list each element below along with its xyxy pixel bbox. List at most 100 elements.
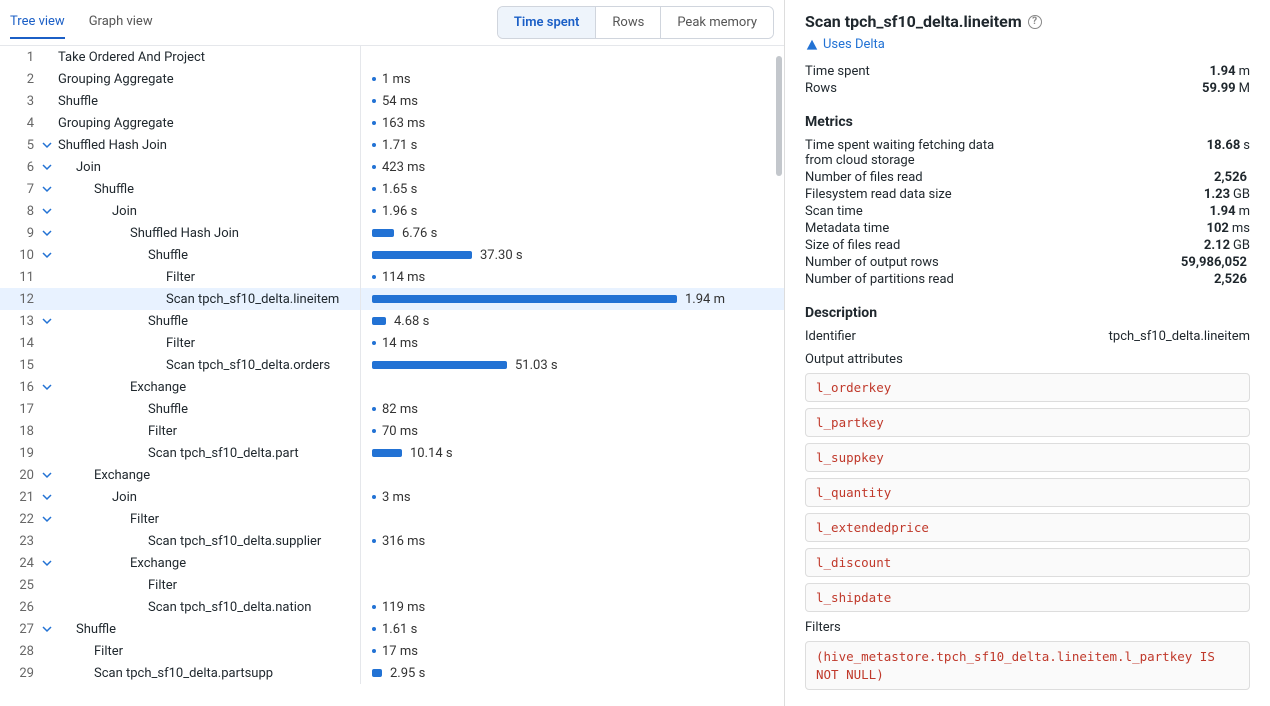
metric-value: 54 ms	[382, 94, 418, 109]
output-attribute: l_extendedprice	[805, 513, 1250, 542]
metric-time-button[interactable]: Time spent	[498, 7, 597, 38]
tree-row[interactable]: 22Filter	[0, 508, 784, 530]
tab-tree-view[interactable]: Tree view	[10, 6, 65, 39]
metric-value: 37.30 s	[480, 248, 523, 263]
chevron-down-icon[interactable]	[40, 140, 54, 150]
node-label: Grouping Aggregate	[54, 72, 174, 87]
metric-cell: 119 ms	[372, 596, 425, 618]
line-number: 3	[0, 94, 40, 109]
output-attribute: l_shipdate	[805, 583, 1250, 612]
chevron-down-icon[interactable]	[40, 558, 54, 568]
line-number: 6	[0, 160, 40, 175]
chevron-down-icon[interactable]	[40, 206, 54, 216]
identifier-label: Identifier	[805, 329, 856, 344]
metric-dot	[372, 429, 376, 433]
metric-value: 1.96 s	[382, 204, 417, 219]
line-number: 14	[0, 336, 40, 351]
line-number: 26	[0, 600, 40, 615]
metric-cell: 37.30 s	[372, 244, 523, 266]
metric-value: 2.95 s	[390, 666, 425, 681]
node-label: Shuffle	[144, 402, 188, 417]
metric-value: 119 ms	[382, 600, 425, 615]
metric-key: Number of files read	[805, 170, 923, 185]
output-attribute: l_partkey	[805, 408, 1250, 437]
chevron-down-icon[interactable]	[40, 162, 54, 172]
chevron-down-icon[interactable]	[40, 470, 54, 480]
help-icon[interactable]: ?	[1028, 15, 1042, 29]
line-number: 28	[0, 644, 40, 659]
metric-key: Time spent waiting fetching data from cl…	[805, 138, 1025, 168]
metric-cell: 423 ms	[372, 156, 425, 178]
chevron-down-icon[interactable]	[40, 514, 54, 524]
metric-dot	[372, 605, 376, 609]
line-number: 25	[0, 578, 40, 593]
detail-title: Scan tpch_sf10_delta.lineitem ?	[805, 12, 1250, 31]
line-number: 1	[0, 50, 40, 65]
chevron-down-icon[interactable]	[40, 184, 54, 194]
node-label: Exchange	[90, 468, 150, 483]
chevron-down-icon[interactable]	[40, 382, 54, 392]
metric-dot	[372, 143, 376, 147]
metric-rows-button[interactable]: Rows	[596, 7, 661, 38]
line-number: 17	[0, 402, 40, 417]
metric-cell: 6.76 s	[372, 222, 437, 244]
metric-bar	[372, 669, 382, 677]
chevron-down-icon[interactable]	[40, 228, 54, 238]
chevron-down-icon[interactable]	[40, 316, 54, 326]
scrollbar[interactable]	[776, 56, 782, 176]
line-number: 15	[0, 358, 40, 373]
line-number: 8	[0, 204, 40, 219]
metric-cell: 114 ms	[372, 266, 425, 288]
metric-cell: 1.65 s	[372, 178, 417, 200]
node-label: Join	[108, 490, 137, 505]
metric-bar	[372, 251, 472, 259]
metric-value: 1.61 s	[382, 622, 417, 637]
line-number: 29	[0, 666, 40, 681]
metric-cell: 51.03 s	[372, 354, 558, 376]
chevron-down-icon[interactable]	[40, 624, 54, 634]
node-label: Scan tpch_sf10_delta.part	[144, 446, 299, 461]
output-attribute: l_suppkey	[805, 443, 1250, 472]
chevron-down-icon[interactable]	[40, 250, 54, 260]
metrics-heading: Metrics	[805, 114, 1250, 130]
metric-value: 1.65 s	[382, 182, 417, 197]
metric-dot	[372, 539, 376, 543]
node-label: Shuffle	[144, 248, 188, 263]
metric-memory-button[interactable]: Peak memory	[661, 7, 773, 38]
metric-key: Metadata time	[805, 221, 889, 236]
tree-row[interactable]: 25 Filter	[0, 574, 784, 596]
tree-row[interactable]: 24Exchange	[0, 552, 784, 574]
metric-key: Number of output rows	[805, 255, 939, 270]
metric-dot	[372, 649, 376, 653]
tab-graph-view[interactable]: Graph view	[89, 6, 153, 39]
line-number: 12	[0, 292, 40, 307]
metric-dot	[372, 165, 376, 169]
metric-cell: 1 ms	[372, 68, 411, 90]
tree-row[interactable]: 1Take Ordered And Project	[0, 46, 784, 68]
metric-val: 1.23GB	[1204, 187, 1250, 202]
tree-row[interactable]: 16 Exchange	[0, 376, 784, 398]
node-label: Filter	[126, 512, 159, 527]
metric-value: 17 ms	[382, 644, 418, 659]
metric-bar	[372, 361, 507, 369]
metric-val: 2.12GB	[1204, 238, 1250, 253]
node-label: Shuffle	[90, 182, 134, 197]
line-number: 5	[0, 138, 40, 153]
tree-row[interactable]: 20Exchange	[0, 464, 784, 486]
metric-val: 2,526	[1214, 272, 1250, 287]
metric-val: 1.94m	[1209, 204, 1250, 219]
node-label: Filter	[144, 424, 177, 439]
node-label: Scan tpch_sf10_delta.supplier	[144, 534, 321, 549]
chevron-down-icon[interactable]	[40, 492, 54, 502]
metric-cell: 10.14 s	[372, 442, 453, 464]
node-label: Shuffled Hash Join	[54, 138, 167, 153]
line-number: 9	[0, 226, 40, 241]
node-label: Filter	[144, 578, 177, 593]
line-number: 16	[0, 380, 40, 395]
metric-key: Size of files read	[805, 238, 900, 253]
metric-dot	[372, 187, 376, 191]
metric-value: 3 ms	[382, 490, 411, 505]
node-label: Exchange	[126, 380, 186, 395]
metric-val: 102ms	[1206, 221, 1250, 236]
top-bar: Tree view Graph view Time spent Rows Pea…	[0, 0, 784, 46]
